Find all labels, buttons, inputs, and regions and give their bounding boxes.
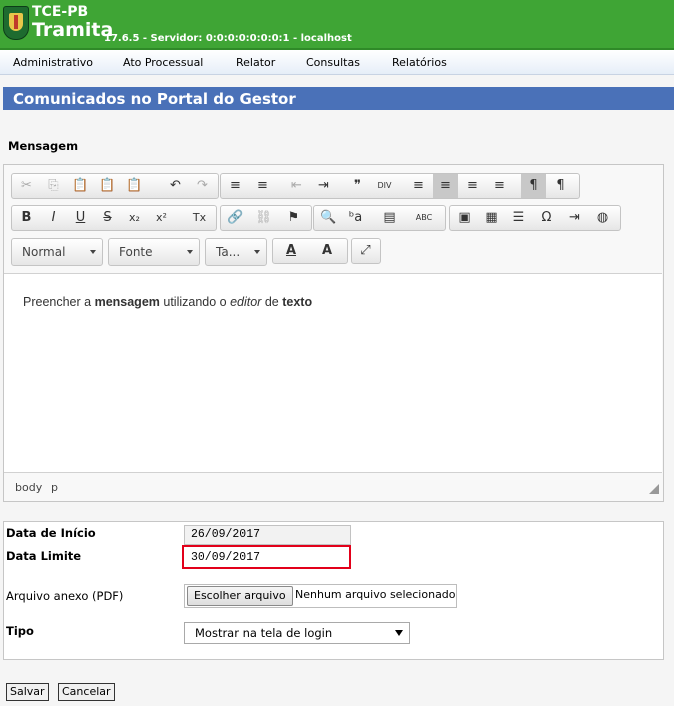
special-char-icon[interactable]: Ω <box>534 206 559 230</box>
size-combo[interactable]: Ta... <box>205 238 267 266</box>
menu-consultas[interactable]: Consultas <box>306 56 360 69</box>
color-toolbar: A A <box>272 238 348 264</box>
iframe-icon[interactable]: ◍ <box>590 206 615 230</box>
italic-icon[interactable]: I <box>41 206 66 230</box>
font-combo[interactable]: Fonte <box>108 238 200 266</box>
justify-icon[interactable]: ≡ <box>487 174 512 198</box>
size-combo-value: Ta... <box>216 245 241 259</box>
format-combo-value: Normal <box>22 245 66 259</box>
file-input[interactable]: Escolher arquivo Nenhum arquivo selecion… <box>184 584 457 608</box>
paste-icon[interactable]: 📋 <box>68 174 93 198</box>
underline-icon[interactable]: U <box>68 206 93 230</box>
style-toolbar: B I U S x₂ x² Tx <box>11 205 217 231</box>
align-center-icon[interactable]: ≡ <box>433 174 458 198</box>
chevron-down-icon <box>187 250 193 254</box>
paste-word-icon[interactable]: 📋 <box>122 174 147 198</box>
strike-icon[interactable]: S <box>95 206 120 230</box>
select-all-icon[interactable]: ▤ <box>377 206 402 230</box>
data-limite-field[interactable]: 30/09/2017 <box>182 545 351 569</box>
find-icon[interactable]: 🔍 <box>316 206 341 230</box>
editor-content-area[interactable]: Preencher a mensagem utilizando o editor… <box>4 273 662 473</box>
spellcheck-icon[interactable]: ABC <box>408 206 440 230</box>
redo-icon[interactable]: ↷ <box>190 174 215 198</box>
file-status: Nenhum arquivo selecionado <box>295 588 456 601</box>
replace-icon[interactable]: ᵇa <box>343 206 368 230</box>
clipboard-toolbar: ✂ ⎘ 📋 📋 📋 ↶ ↷ <box>11 173 219 199</box>
ltr-icon[interactable]: ¶ <box>521 174 546 198</box>
font-color-icon[interactable]: A <box>275 239 307 263</box>
font-combo-value: Fonte <box>119 245 153 259</box>
chevron-down-icon <box>90 250 96 254</box>
edit-toolbar: 🔍 ᵇa ▤ ABC <box>313 205 446 231</box>
insert-toolbar: ▣ ▦ ☰ Ω ⇥ ◍ <box>449 205 621 231</box>
cut-icon[interactable]: ✂ <box>14 174 39 198</box>
copy-icon[interactable]: ⎘ <box>41 174 66 198</box>
blockquote-icon[interactable]: ❞ <box>345 174 370 198</box>
brand-org: TCE-PB <box>32 4 89 20</box>
tipo-select[interactable]: Mostrar na tela de login <box>184 622 410 644</box>
undo-icon[interactable]: ↶ <box>163 174 188 198</box>
table-icon[interactable]: ▦ <box>479 206 504 230</box>
bulleted-list-icon[interactable]: ≡ <box>250 174 275 198</box>
resize-handle-icon[interactable] <box>649 484 659 494</box>
rtl-icon[interactable]: ¶ <box>548 174 573 198</box>
arquivo-label: Arquivo anexo (PDF) <box>6 589 124 603</box>
link-toolbar: 🔗 ⛓ ⚑ <box>220 205 312 231</box>
horizontal-rule-icon[interactable]: ☰ <box>506 206 531 230</box>
data-limite-label: Data Limite <box>6 549 82 563</box>
menu-relatorios[interactable]: Relatórios <box>392 56 447 69</box>
superscript-icon[interactable]: x² <box>149 206 174 230</box>
bg-color-icon[interactable]: A <box>311 239 343 263</box>
page-break-icon[interactable]: ⇥ <box>562 206 587 230</box>
mensagem-label: Mensagem <box>8 139 79 153</box>
link-icon[interactable]: 🔗 <box>223 206 248 230</box>
indent-icon[interactable]: ⇥ <box>311 174 336 198</box>
chevron-down-icon <box>395 630 403 636</box>
numbered-list-icon[interactable]: ≡ <box>223 174 248 198</box>
page-title: Comunicados no Portal do Gestor <box>13 90 296 108</box>
anchor-icon[interactable]: ⚑ <box>281 206 306 230</box>
cancel-button[interactable]: Cancelar <box>58 683 115 701</box>
data-inicio-field[interactable]: 26/09/2017 <box>184 525 351 545</box>
menu-ato-processual[interactable]: Ato Processual <box>123 56 203 69</box>
menu-relator[interactable]: Relator <box>236 56 275 69</box>
unlink-icon[interactable]: ⛓ <box>251 206 276 230</box>
outdent-icon[interactable]: ⇤ <box>284 174 309 198</box>
choose-file-button[interactable]: Escolher arquivo <box>187 586 293 606</box>
page-title-bar: Comunicados no Portal do Gestor <box>3 87 674 110</box>
remove-format-icon[interactable]: Tx <box>187 206 212 230</box>
path-p[interactable]: p <box>51 481 58 494</box>
menu-administrativo[interactable]: Administrativo <box>13 56 93 69</box>
paste-text-icon[interactable]: 📋 <box>95 174 120 198</box>
subscript-icon[interactable]: x₂ <box>122 206 147 230</box>
bold-icon[interactable]: B <box>14 206 39 230</box>
tools-toolbar: ⤢ <box>351 238 381 264</box>
tipo-label: Tipo <box>6 624 34 638</box>
format-combo[interactable]: Normal <box>11 238 103 266</box>
image-icon[interactable]: ▣ <box>452 206 477 230</box>
brand-app: Tramita <box>32 19 114 41</box>
data-inicio-label: Data de Início <box>6 526 96 540</box>
align-right-icon[interactable]: ≡ <box>460 174 485 198</box>
maximize-icon[interactable]: ⤢ <box>353 239 378 263</box>
align-left-icon[interactable]: ≡ <box>406 174 431 198</box>
server-info: 17.6.5 - Servidor: 0:0:0:0:0:0:0:1 - loc… <box>104 33 352 44</box>
chevron-down-icon <box>254 250 260 254</box>
editor-paragraph: Preencher a mensagem utilizando o editor… <box>23 295 313 309</box>
save-button[interactable]: Salvar <box>6 683 49 701</box>
div-icon[interactable]: DIV <box>372 174 397 198</box>
tce-logo-icon <box>3 6 29 40</box>
path-body[interactable]: body <box>15 481 42 494</box>
paragraph-toolbar: ≡ ≡ ⇤ ⇥ ❞ DIV ≡ ≡ ≡ ≡ ¶ ¶ <box>220 173 580 199</box>
